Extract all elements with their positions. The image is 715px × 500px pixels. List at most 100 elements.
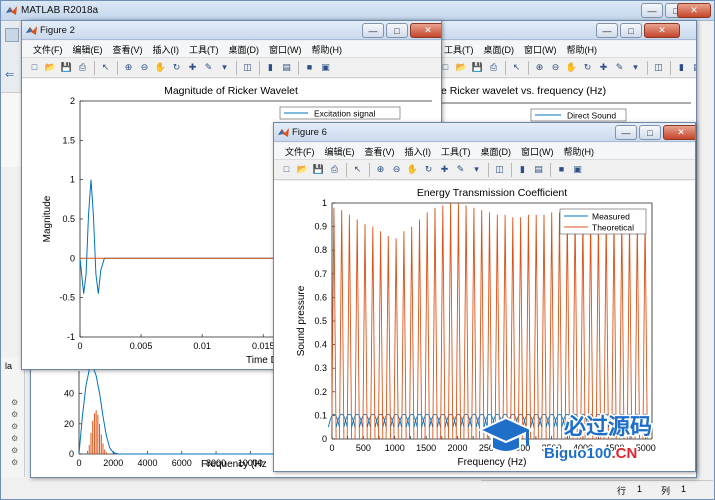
open-file-icon[interactable]: 📂: [296, 163, 309, 176]
dock-icon[interactable]: ▣: [571, 163, 584, 176]
menu-item-5[interactable]: 桌面(D): [224, 43, 265, 56]
zoom-in-icon[interactable]: ⊕: [533, 61, 546, 74]
brush-icon[interactable]: ✎: [202, 61, 215, 74]
close-button[interactable]: ✕: [663, 125, 695, 140]
menu-item-2[interactable]: 窗口(W): [519, 43, 562, 56]
rotate-icon[interactable]: ↻: [170, 61, 183, 74]
legend-icon[interactable]: ▤: [280, 61, 293, 74]
menu-item-7[interactable]: 帮助(H): [307, 43, 348, 56]
menu-item-4[interactable]: 工具(T): [436, 145, 476, 158]
print-icon[interactable]: ⎙: [487, 61, 500, 74]
colorbar-icon[interactable]: ▮: [675, 61, 688, 74]
hide-tools-icon[interactable]: ■: [303, 61, 316, 74]
zoom-in-icon[interactable]: ⊕: [374, 163, 387, 176]
pan-icon[interactable]: ✋: [154, 61, 167, 74]
x-tick-label: 2000: [447, 443, 467, 453]
link-plot-icon[interactable]: ◫: [652, 61, 665, 74]
link-plot-icon[interactable]: ◫: [493, 163, 506, 176]
legend-icon[interactable]: ▤: [532, 163, 545, 176]
chevron-down-icon[interactable]: ▾: [629, 61, 642, 74]
pointer-icon[interactable]: ↖: [510, 61, 523, 74]
rotate-icon[interactable]: ↻: [581, 61, 594, 74]
data-cursor-icon[interactable]: ✚: [438, 163, 451, 176]
close-button[interactable]: ✕: [677, 3, 711, 18]
menu-item-6[interactable]: 窗口(W): [516, 145, 559, 158]
menu-item-2[interactable]: 查看(V): [360, 145, 400, 158]
legend-icon[interactable]: ▤: [691, 61, 696, 74]
menu-item-0[interactable]: 工具(T): [439, 43, 479, 56]
save-icon[interactable]: 💾: [60, 61, 73, 74]
matlab-logo-icon: [278, 128, 289, 137]
menu-item-4[interactable]: 工具(T): [184, 43, 224, 56]
print-icon[interactable]: ⎙: [76, 61, 89, 74]
minimize-button[interactable]: —: [641, 3, 663, 18]
menu-item-3[interactable]: 帮助(H): [562, 43, 603, 56]
data-cursor-icon[interactable]: ✚: [186, 61, 199, 74]
hide-tools-icon[interactable]: ■: [555, 163, 568, 176]
legend-label: Direct Sound: [567, 111, 616, 121]
maximize-button[interactable]: □: [639, 125, 661, 140]
watermark-text: 必过源码: [564, 414, 652, 439]
zoom-out-icon[interactable]: ⊖: [138, 61, 151, 74]
chevron-down-icon[interactable]: ▾: [470, 163, 483, 176]
theoretical-peak: [564, 212, 570, 440]
pointer-icon[interactable]: ↖: [99, 61, 112, 74]
zoom-out-icon[interactable]: ⊖: [549, 61, 562, 74]
toolstrip-icon[interactable]: [5, 28, 19, 42]
theoretical-peak: [479, 210, 485, 440]
new-figure-icon[interactable]: □: [28, 61, 41, 74]
toolbar-separator: [528, 61, 529, 75]
close-button[interactable]: ✕: [644, 23, 680, 38]
close-button[interactable]: ✕: [410, 23, 441, 38]
open-file-icon[interactable]: 📂: [455, 61, 468, 74]
pan-icon[interactable]: ✋: [565, 61, 578, 74]
y-tick-label: -1: [67, 332, 75, 342]
colorbar-icon[interactable]: ▮: [516, 163, 529, 176]
open-file-icon[interactable]: 📂: [44, 61, 57, 74]
theoretical-peak: [354, 219, 360, 440]
link-plot-icon[interactable]: ◫: [241, 61, 254, 74]
rotate-icon[interactable]: ↻: [422, 163, 435, 176]
pan-icon[interactable]: ✋: [406, 163, 419, 176]
menu-item-5[interactable]: 桌面(D): [476, 145, 517, 158]
menu-item-1[interactable]: 编辑(E): [68, 43, 108, 56]
figure2-toolbar: □ 📂 💾 ⎙ ↖ ⊕ ⊖ ✋ ↻ ✚ ✎ ▾ ◫ ▮ ▤ ■ ▣: [22, 58, 441, 78]
pointer-icon[interactable]: ↖: [351, 163, 364, 176]
brush-icon[interactable]: ✎: [454, 163, 467, 176]
zoom-out-icon[interactable]: ⊖: [390, 163, 403, 176]
data-cursor-icon[interactable]: ✚: [597, 61, 610, 74]
brush-icon[interactable]: ✎: [613, 61, 626, 74]
figure6-titlebar[interactable]: Figure 6 — □ ✕: [274, 123, 695, 142]
menu-item-0[interactable]: 文件(F): [280, 145, 320, 158]
save-icon[interactable]: 💾: [312, 163, 325, 176]
new-figure-icon[interactable]: □: [280, 163, 293, 176]
chart-title: e Ricker wavelet vs. frequency (Hz): [441, 85, 606, 97]
figure2-titlebar[interactable]: Figure 2 — □ ✕: [22, 21, 441, 40]
y-tick-label: 1: [70, 175, 75, 185]
menu-item-3[interactable]: 插入(I): [400, 145, 437, 158]
dock-icon[interactable]: ▣: [319, 61, 332, 74]
save-icon[interactable]: 💾: [471, 61, 484, 74]
menu-item-0[interactable]: 文件(F): [28, 43, 68, 56]
menu-item-7[interactable]: 帮助(H): [559, 145, 600, 158]
maximize-button[interactable]: □: [386, 23, 408, 38]
menu-item-1[interactable]: 编辑(E): [320, 145, 360, 158]
x-tick-label: 0: [76, 458, 81, 468]
theoretical-peak: [346, 214, 353, 440]
menu-item-2[interactable]: 查看(V): [108, 43, 148, 56]
x-tick-label: 0: [329, 443, 334, 453]
print-icon[interactable]: ⎙: [328, 163, 341, 176]
minimize-button[interactable]: —: [362, 23, 384, 38]
minimize-button[interactable]: —: [596, 23, 618, 38]
menu-item-6[interactable]: 窗口(W): [264, 43, 307, 56]
gear-icon[interactable]: ⚙ ⚙ ⚙ ⚙ ⚙ ⚙: [11, 397, 19, 469]
menu-item-1[interactable]: 桌面(D): [479, 43, 520, 56]
colorbar-icon[interactable]: ▮: [264, 61, 277, 74]
minimize-button[interactable]: —: [615, 125, 637, 140]
zoom-in-icon[interactable]: ⊕: [122, 61, 135, 74]
main-titlebar[interactable]: MATLAB R2018a — □ ✕: [1, 1, 714, 21]
menu-item-3[interactable]: 插入(I): [148, 43, 185, 56]
back-arrow-icon[interactable]: ⇐: [5, 68, 19, 81]
chevron-down-icon[interactable]: ▾: [218, 61, 231, 74]
maximize-button[interactable]: □: [620, 23, 642, 38]
